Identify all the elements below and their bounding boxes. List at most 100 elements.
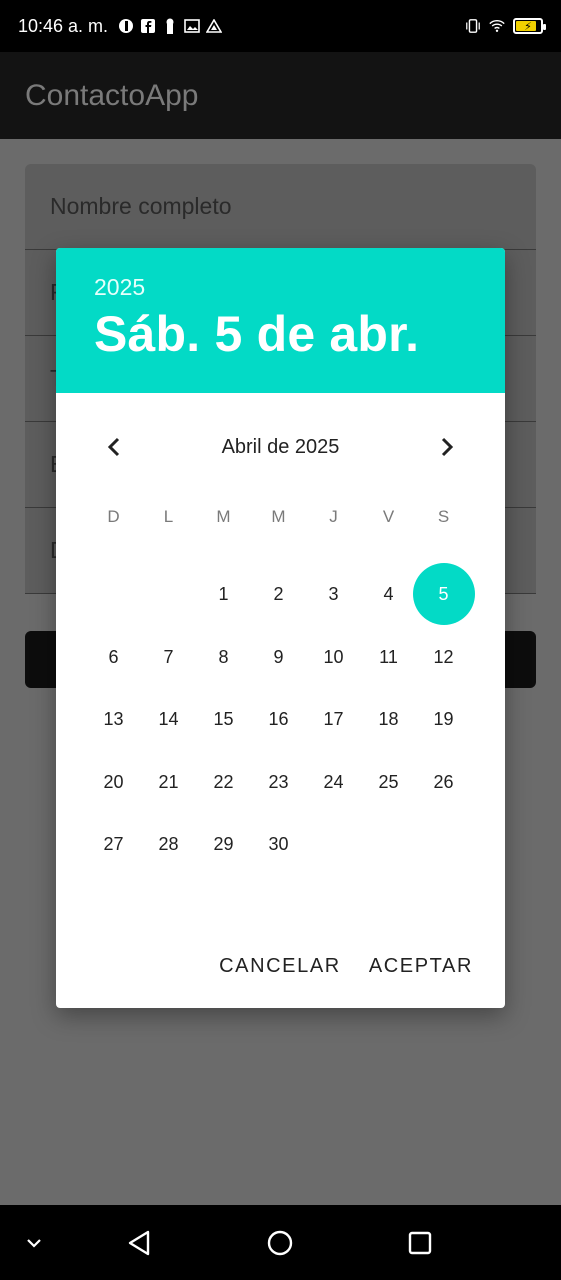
charging-bolt-icon: ⚡ (524, 20, 532, 33)
calendar-day[interactable]: 22 (196, 751, 251, 813)
weekday-label: V (382, 507, 395, 526)
date-picker-dialog: 2025 Sáb. 5 de abr. Abril de 2025 D L M … (56, 248, 505, 1008)
calendar-day[interactable]: 8 (196, 626, 251, 688)
calendar-day-number: 25 (378, 771, 399, 792)
weekday-label: D (107, 507, 120, 526)
calendar-day-selected[interactable]: 5 (412, 563, 475, 625)
calendar-day-number: 21 (158, 771, 179, 792)
calendar-day[interactable]: 18 (361, 688, 416, 750)
calendar-day[interactable]: 20 (86, 751, 141, 813)
app-title: ContactoApp (25, 78, 199, 112)
status-right: ⚡ (465, 18, 546, 34)
month-navigation: Abril de 2025 (56, 423, 505, 471)
calendar-day-number: 30 (268, 834, 289, 854)
calendar-day[interactable]: 23 (251, 751, 306, 813)
calendar-day-number: 13 (103, 709, 124, 729)
drive-icon (206, 18, 223, 34)
calendar-day[interactable]: 13 (86, 688, 141, 750)
calendar-day[interactable]: 4 (361, 563, 416, 625)
calendar-day[interactable]: 27 (86, 813, 141, 875)
calendar-day-number: 20 (103, 771, 124, 792)
weekday-label: J (329, 507, 338, 526)
recents-button[interactable] (407, 1230, 433, 1256)
facebook-icon (140, 18, 156, 34)
chevron-right-icon (441, 437, 454, 457)
wifi-icon (489, 18, 505, 34)
calendar-day-number: 8 (218, 646, 229, 667)
calendar-day[interactable]: 17 (306, 688, 361, 750)
calendar-day[interactable]: 6 (86, 626, 141, 688)
calendar-day-number: 27 (103, 834, 124, 854)
calendar-day[interactable]: 28 (141, 813, 196, 875)
calendar-day[interactable]: 7 (141, 626, 196, 688)
header-selected-date: Sáb. 5 de abr. (94, 306, 420, 362)
clock: 10:46 a. m. (18, 15, 109, 36)
back-button[interactable] (126, 1229, 152, 1257)
calendar-day[interactable]: 26 (416, 751, 471, 813)
calendar-week-row: 20 21 22 23 24 25 26 (86, 751, 471, 813)
calendar-empty-cell (361, 813, 416, 875)
calendar-day[interactable]: 10 (306, 626, 361, 688)
full-name-field[interactable]: Nombre completo (25, 164, 536, 250)
calendar-day-number: 6 (108, 646, 119, 667)
calendar-day-number: 2 (273, 584, 284, 604)
chevron-left-icon (107, 437, 120, 457)
dialog-actions: CANCELAR ACEPTAR (219, 955, 473, 978)
calendar-day[interactable]: 12 (416, 626, 471, 688)
previous-month-button[interactable] (102, 435, 126, 459)
calendar-day[interactable]: 14 (141, 688, 196, 750)
calendar-day[interactable]: 2 (251, 563, 306, 625)
calendar-day-number: 15 (213, 709, 234, 729)
header-year[interactable]: 2025 (94, 274, 505, 301)
calendar-day[interactable]: 19 (416, 688, 471, 750)
calendar-day-number: 16 (268, 709, 289, 729)
field-label: Nombre completo (50, 193, 232, 219)
calendar-day[interactable]: 25 (361, 751, 416, 813)
calendar-day[interactable]: 11 (361, 626, 416, 688)
calendar-week-row: 27 28 29 30 (86, 813, 471, 875)
calendar-day[interactable]: 16 (251, 688, 306, 750)
calendar-day[interactable]: 1 (196, 563, 251, 625)
notification-icons (118, 18, 223, 34)
calendar-day[interactable]: 29 (196, 813, 251, 875)
weekday-label: L (163, 507, 174, 526)
calendar-empty-cell (86, 563, 141, 625)
gallery-icon (184, 18, 200, 34)
cancel-button[interactable]: CANCELAR (219, 955, 341, 978)
date-picker-header: 2025 Sáb. 5 de abr. (56, 248, 505, 393)
calendar-day-number: 29 (213, 834, 234, 854)
calendar-day-number: 26 (433, 771, 454, 792)
chevron-down-icon (27, 1238, 41, 1248)
calendar-day-number: 28 (158, 834, 179, 854)
accept-button[interactable]: ACEPTAR (369, 955, 473, 978)
calendar-day-number: 17 (323, 709, 344, 729)
home-circle-icon (267, 1230, 293, 1255)
calendar-day-number: 1 (218, 584, 229, 604)
vibrate-icon (465, 18, 481, 34)
calendar-day[interactable]: 3 (306, 563, 361, 625)
calendar-day-number: 3 (328, 584, 339, 604)
calendar-day-number: 9 (273, 646, 284, 667)
next-month-button[interactable] (435, 435, 459, 459)
calendar-day[interactable]: 21 (141, 751, 196, 813)
calendar-day-number: 14 (158, 709, 179, 729)
calendar-day-number: 4 (383, 584, 394, 604)
status-bar: 10:46 a. m. ⚡ (0, 0, 561, 52)
app-notification-icon (118, 18, 134, 34)
calendar-day-number: 11 (379, 646, 398, 667)
calendar-day-number: 10 (323, 646, 344, 667)
weekday-label: M (271, 507, 286, 526)
hide-nav-button[interactable] (24, 1236, 44, 1250)
system-navigation-bar (0, 1205, 561, 1280)
calendar-day-number: 22 (213, 771, 234, 792)
recents-square-icon (408, 1231, 432, 1254)
calendar-day-number: 5 (438, 584, 449, 604)
calendar-day[interactable]: 9 (251, 626, 306, 688)
calendar-day-number: 7 (163, 646, 174, 667)
calendar-day[interactable]: 15 (196, 688, 251, 750)
battery-icon: ⚡ (513, 18, 546, 34)
calendar-day[interactable]: 30 (251, 813, 306, 875)
month-year-label: Abril de 2025 (221, 435, 340, 458)
calendar-day[interactable]: 24 (306, 751, 361, 813)
home-button[interactable] (266, 1229, 294, 1257)
